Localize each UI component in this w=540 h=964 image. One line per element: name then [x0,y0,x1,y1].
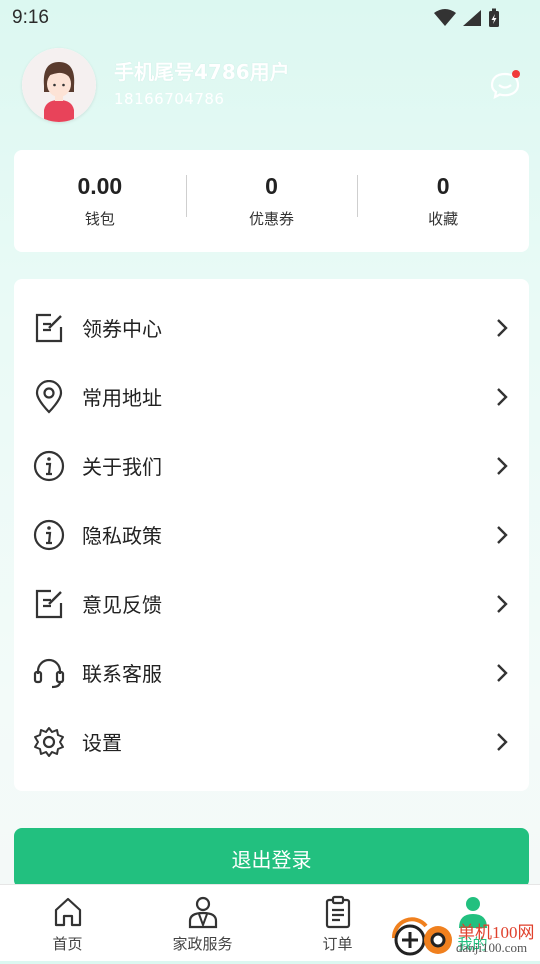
info-icon [32,449,66,483]
status-icons [434,8,500,28]
stats-card: 0.00 钱包 0 优惠券 0 收藏 [14,150,529,252]
avatar-icon [22,48,96,122]
stat-value: 0 [436,173,450,199]
menu-card: 领券中心 常用地址 关于我们 隐私政策 意见反馈 联系客服 设置 [14,279,529,791]
status-time: 9:16 [12,7,49,28]
chevron-right-icon [497,387,508,406]
status-bar: 9:16 [0,0,540,36]
menu-item-feedback[interactable]: 意见反馈 [14,569,529,638]
signal-icon [463,10,481,26]
clipboard-icon [325,895,350,929]
tab-label: 首页 [52,935,83,953]
notification-dot [512,70,520,78]
gear-icon [32,725,66,759]
menu-label: 联系客服 [82,662,162,686]
menu-label: 领券中心 [82,317,162,341]
info-icon [32,518,66,552]
headset-icon [32,656,66,690]
menu-label: 隐私政策 [82,524,162,548]
watermark: 单机100网 danji100.com [390,916,540,960]
menu-item-address[interactable]: 常用地址 [14,362,529,431]
message-button[interactable] [488,68,522,102]
tab-services[interactable]: 家政服务 [135,885,270,961]
menu-label: 意见反馈 [82,593,162,617]
menu-item-customer-service[interactable]: 联系客服 [14,638,529,707]
stat-label: 钱包 [84,210,115,228]
menu-item-coupon-center[interactable]: 领券中心 [14,293,529,362]
profile-phone: 18166704786 [114,90,225,108]
profile-header: 手机尾号4786用户 18166704786 [0,40,540,140]
chevron-right-icon [497,318,508,337]
home-icon [54,897,81,927]
stat-coupons[interactable]: 0 优惠券 [185,173,358,229]
chevron-right-icon [497,663,508,682]
tab-orders[interactable]: 订单 [270,885,405,961]
avatar[interactable] [22,48,96,122]
location-pin-icon [32,379,66,414]
chevron-right-icon [497,732,508,751]
chevron-right-icon [497,525,508,544]
service-person-icon [188,896,217,929]
chevron-right-icon [497,594,508,613]
logout-button[interactable]: 退出登录 [14,828,529,888]
menu-item-settings[interactable]: 设置 [14,707,529,776]
feedback-edit-icon [32,587,66,621]
menu-label: 关于我们 [82,455,162,479]
stat-favorites[interactable]: 0 收藏 [357,173,529,229]
battery-icon [489,8,499,27]
menu-label: 设置 [82,731,122,755]
stat-value: 0 [265,173,278,199]
tab-label: 家政服务 [172,935,233,953]
coupon-edit-icon [32,311,66,345]
stat-value: 0.00 [77,173,123,199]
stat-label: 收藏 [428,210,459,228]
watermark-logo-icon [391,917,452,956]
chevron-right-icon [497,456,508,475]
tab-label: 订单 [322,935,353,953]
tab-home[interactable]: 首页 [0,885,135,961]
stat-label: 优惠券 [249,210,295,228]
wifi-icon [434,9,456,26]
stat-wallet[interactable]: 0.00 钱包 [14,173,186,229]
menu-item-privacy-policy[interactable]: 隐私政策 [14,500,529,569]
watermark-url: danji100.com [456,940,528,955]
menu-item-about-us[interactable]: 关于我们 [14,431,529,500]
profile-name: 手机尾号4786用户 [114,60,290,84]
menu-label: 常用地址 [82,386,162,410]
